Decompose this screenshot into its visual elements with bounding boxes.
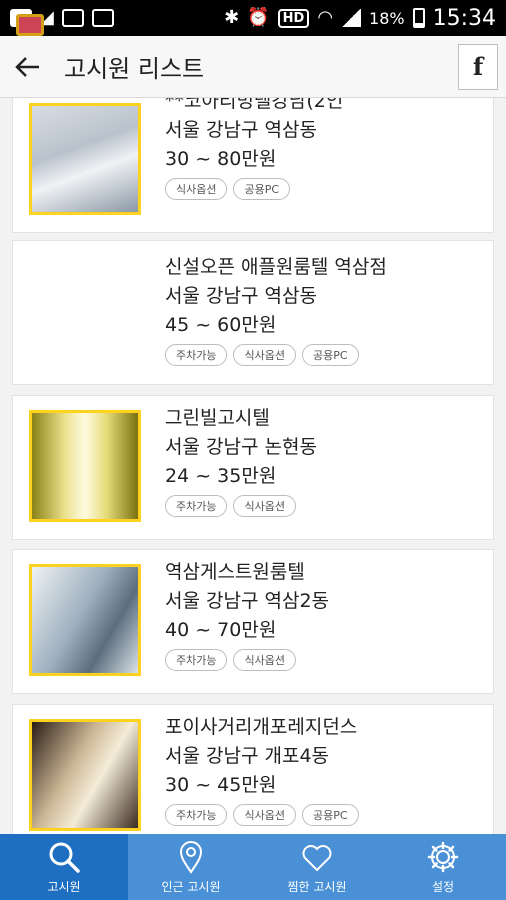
arrow-left-icon <box>15 56 39 77</box>
listing-address: 서울 강남구 역삼동 <box>165 119 317 141</box>
alarm-icon: ⏰ <box>247 7 270 28</box>
listing-address: 서울 강남구 논현동 <box>165 436 317 458</box>
listing-price: 24 ~ 35만원 <box>165 465 277 487</box>
nav-goshiwon[interactable]: 고시원 <box>0 834 128 900</box>
tag-shared-pc: 공용PC <box>301 804 359 826</box>
listing-thumbnail <box>29 103 141 215</box>
listing-name: 포이사거리개포레지던스 <box>165 716 358 738</box>
search-icon <box>49 842 80 873</box>
nav-label: 고시원 <box>47 879 81 894</box>
tag-parking: 주차가능 <box>165 804 228 826</box>
clock: 15:34 <box>432 5 496 31</box>
listing-price: 30 ~ 80만원 <box>165 148 277 170</box>
nav-label: 찜한 고시원 <box>287 879 347 894</box>
listing-price: 30 ~ 45만원 <box>165 774 277 796</box>
heart-icon <box>302 844 332 871</box>
battery-icon <box>412 8 425 28</box>
tag-parking: 주차가능 <box>165 344 228 366</box>
listing-address: 서울 강남구 역삼2동 <box>165 590 330 612</box>
listing-price: 45 ~ 60만원 <box>165 314 277 336</box>
list-item[interactable]: 그린빌고시텔 서울 강남구 논현동 24 ~ 35만원 주차가능 식사옵션 <box>12 395 494 540</box>
listing-name: 역삼게스트원룸텔 <box>165 561 305 583</box>
cell-signal-icon <box>341 9 362 27</box>
listing-list[interactable]: **코아리빙텔강남(2인 서울 강남구 역삼동 30 ~ 80만원 식사옵션 공… <box>12 98 494 834</box>
listing-thumbnail <box>29 564 141 676</box>
tag-shared-pc: 공용PC <box>233 178 291 200</box>
nav-label: 인근 고시원 <box>161 879 221 894</box>
tag-meal-option: 식사옵션 <box>233 649 296 671</box>
back-button[interactable] <box>6 45 50 89</box>
bottom-nav: 고시원 인근 고시원 찜한 고시원 설정 <box>0 834 506 900</box>
hd-voice-badge: HD <box>277 8 310 28</box>
listing-name: 신설오픈 애플원룸텔 역삼점 <box>165 256 387 278</box>
listing-thumbnail <box>29 719 141 831</box>
status-bar: ◢ ✱ ⏰ HD ◠ 18% 15:34 <box>0 0 506 36</box>
facebook-button[interactable]: f <box>458 43 498 90</box>
listing-address: 서울 강남구 역삼동 <box>165 285 317 307</box>
tag-shared-pc: 공용PC <box>301 344 359 366</box>
battery-percent: 18% <box>369 8 405 28</box>
wifi-icon: ◠ <box>317 7 334 28</box>
list-item[interactable]: 신설오픈 애플원룸텔 역삼점 서울 강남구 역삼동 45 ~ 60만원 주차가능… <box>12 240 494 385</box>
listing-name: **코아리빙텔강남(2인 <box>165 98 344 112</box>
tag-parking: 주차가능 <box>165 495 228 517</box>
app-notification-icon <box>61 9 84 27</box>
map-pin-icon <box>179 840 203 874</box>
nav-favorites[interactable]: 찜한 고시원 <box>254 834 380 900</box>
app-bar: 고시원 리스트 f <box>0 36 506 98</box>
page-title: 고시원 리스트 <box>64 55 205 83</box>
nav-nearby[interactable]: 인근 고시원 <box>128 834 254 900</box>
nav-settings[interactable]: 설정 <box>380 834 506 900</box>
listing-address: 서울 강남구 개포4동 <box>165 745 330 767</box>
tag-meal-option: 식사옵션 <box>233 804 296 826</box>
bluetooth-icon: ✱ <box>224 7 240 28</box>
tag-meal-option: 식사옵션 <box>233 495 296 517</box>
list-item[interactable]: 포이사거리개포레지던스 서울 강남구 개포4동 30 ~ 45만원 주차가능 식… <box>12 704 494 834</box>
list-item[interactable]: **코아리빙텔강남(2인 서울 강남구 역삼동 30 ~ 80만원 식사옵션 공… <box>12 98 494 233</box>
tag-meal-option: 식사옵션 <box>233 344 296 366</box>
nav-label: 설정 <box>431 879 455 894</box>
list-item[interactable]: 역삼게스트원룸텔 서울 강남구 역삼2동 40 ~ 70만원 주차가능 식사옵션 <box>12 549 494 694</box>
tag-meal-option: 식사옵션 <box>165 178 228 200</box>
gear-icon <box>427 841 459 872</box>
photo-notification-icon <box>91 9 114 27</box>
listing-price: 40 ~ 70만원 <box>165 619 277 641</box>
listing-thumbnail <box>29 410 141 522</box>
tag-parking: 주차가능 <box>165 649 228 671</box>
listing-name: 그린빌고시텔 <box>165 407 270 429</box>
game-notification-icon <box>16 14 44 36</box>
